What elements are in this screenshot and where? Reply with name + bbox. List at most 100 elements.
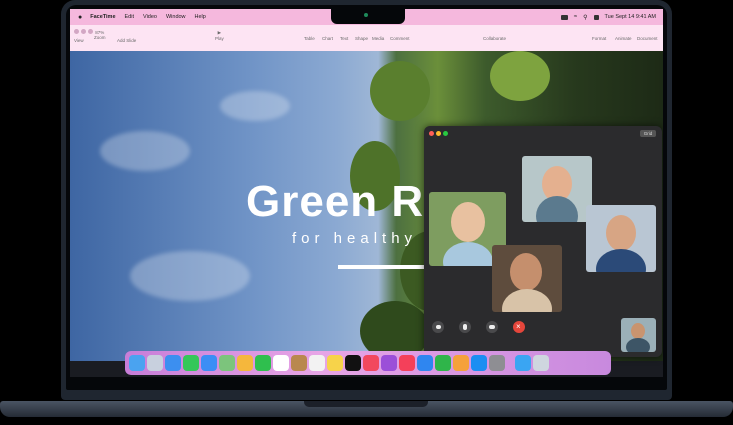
participant-clothing — [443, 242, 493, 266]
dock-separator — [507, 355, 513, 371]
toolbar-format[interactable]: Format — [592, 36, 606, 41]
menu-window[interactable]: Window — [166, 14, 186, 20]
close-button[interactable] — [74, 29, 79, 34]
zoom-button[interactable] — [443, 131, 448, 136]
finder-icon[interactable] — [129, 355, 145, 371]
grid-button[interactable]: Grid — [640, 130, 656, 137]
slide-subtitle: for healthy c — [292, 230, 439, 247]
participant-tile[interactable] — [492, 245, 562, 312]
participant-face — [451, 202, 485, 242]
menu-help[interactable]: Help — [195, 14, 206, 20]
toolbar-comment[interactable]: Comment — [390, 36, 410, 41]
keynote-icon[interactable] — [417, 355, 433, 371]
toolbar-shape-label: Shape — [355, 36, 369, 41]
facetime-icon[interactable] — [255, 355, 271, 371]
foliage — [370, 61, 430, 121]
toolbar-add-slide-label: Add Slide — [117, 38, 137, 43]
reminders-icon[interactable] — [309, 355, 325, 371]
wifi-icon[interactable]: ≈ — [574, 14, 577, 20]
participant-clothing — [536, 196, 578, 222]
dock — [125, 351, 611, 375]
apple-menu-icon[interactable]: ● — [78, 14, 82, 21]
facetime-window[interactable]: Grid × — [424, 126, 662, 357]
toolbar-chart[interactable]: Chart — [322, 36, 333, 41]
play-icon: ▶ — [217, 30, 222, 35]
toolbar-media[interactable]: Media — [372, 36, 384, 41]
foliage — [490, 51, 550, 101]
messages-icon[interactable] — [183, 355, 199, 371]
close-button[interactable] — [429, 131, 434, 136]
microphone-icon — [463, 324, 467, 330]
photos-icon[interactable] — [237, 355, 253, 371]
self-clothing — [626, 338, 650, 352]
system-settings-icon[interactable] — [489, 355, 505, 371]
app-store-icon[interactable] — [471, 355, 487, 371]
sidebar-toggle-button[interactable] — [432, 321, 444, 333]
cloud — [100, 131, 190, 171]
trash-icon[interactable] — [533, 355, 549, 371]
notes-icon[interactable] — [327, 355, 343, 371]
self-view-tile[interactable] — [621, 318, 656, 352]
toolbar-table[interactable]: Table — [304, 36, 315, 41]
safari-icon[interactable] — [165, 355, 181, 371]
launchpad-icon[interactable] — [147, 355, 163, 371]
menu-clock[interactable]: Tue Sept 14 9:41 AM — [605, 14, 656, 20]
zoom-button[interactable] — [88, 29, 93, 34]
macbook: ● FaceTime Edit Video Window Help ≈ ⚲ Tu… — [0, 0, 733, 425]
toolbar-collaborate[interactable]: Collaborate — [483, 36, 506, 41]
participant-clothing — [502, 289, 552, 312]
toolbar-media-label: Media — [372, 36, 385, 41]
toolbar-collaborate-label: Collaborate — [483, 36, 507, 41]
cloud — [220, 91, 290, 121]
camera-button[interactable] — [486, 321, 498, 333]
toolbar-play-label: Play — [215, 36, 224, 41]
end-call-button[interactable]: × — [513, 321, 525, 333]
toolbar-document[interactable]: Document — [637, 36, 658, 41]
participant-tile[interactable] — [586, 205, 656, 272]
slide-title: Green R — [246, 177, 425, 226]
participant-tile[interactable] — [522, 156, 592, 222]
laptop-groove — [304, 401, 428, 407]
mute-button[interactable] — [459, 321, 471, 333]
toolbar-zoom[interactable]: 87% Zoom — [94, 30, 106, 40]
toolbar-view-label: View — [74, 38, 84, 43]
toolbar-view[interactable]: View — [74, 38, 84, 43]
maps-icon[interactable] — [219, 355, 235, 371]
downloads-icon[interactable] — [515, 355, 531, 371]
toolbar-text[interactable]: Text — [340, 36, 348, 41]
toolbar-table-label: Table — [304, 36, 315, 41]
pages-icon[interactable] — [453, 355, 469, 371]
contacts-icon[interactable] — [291, 355, 307, 371]
self-face — [631, 323, 645, 339]
music-icon[interactable] — [363, 355, 379, 371]
sidebar-icon — [435, 325, 441, 329]
toolbar-comment-label: Comment — [390, 36, 410, 41]
toolbar-play[interactable]: ▶ Play — [215, 30, 224, 41]
battery-icon[interactable] — [560, 14, 568, 20]
screen: ● FaceTime Edit Video Window Help ≈ ⚲ Tu… — [70, 9, 663, 377]
cloud — [130, 251, 250, 301]
toolbar-document-label: Document — [637, 36, 658, 41]
close-icon: × — [516, 322, 521, 331]
toolbar-chart-label: Chart — [322, 36, 334, 41]
news-icon[interactable] — [399, 355, 415, 371]
minimize-button[interactable] — [436, 131, 441, 136]
menu-video[interactable]: Video — [143, 14, 157, 20]
video-camera-icon — [489, 325, 495, 329]
toolbar-zoom-label: Zoom — [94, 35, 106, 40]
mail-icon[interactable] — [201, 355, 217, 371]
search-icon[interactable]: ⚲ — [583, 14, 587, 21]
calendar-icon[interactable] — [273, 355, 289, 371]
podcasts-icon[interactable] — [381, 355, 397, 371]
minimize-button[interactable] — [81, 29, 86, 34]
control-center-icon[interactable] — [593, 14, 599, 20]
tv-icon[interactable] — [345, 355, 361, 371]
toolbar-add-slide[interactable]: Add Slide — [117, 38, 136, 43]
toolbar-animate[interactable]: Animate — [615, 36, 632, 41]
menu-app-name[interactable]: FaceTime — [90, 14, 115, 20]
participant-face — [606, 215, 636, 251]
menu-edit[interactable]: Edit — [125, 14, 134, 20]
numbers-icon[interactable] — [435, 355, 451, 371]
toolbar-shape[interactable]: Shape — [355, 36, 368, 41]
status-area: ≈ ⚲ Tue Sept 14 9:41 AM — [560, 9, 656, 25]
